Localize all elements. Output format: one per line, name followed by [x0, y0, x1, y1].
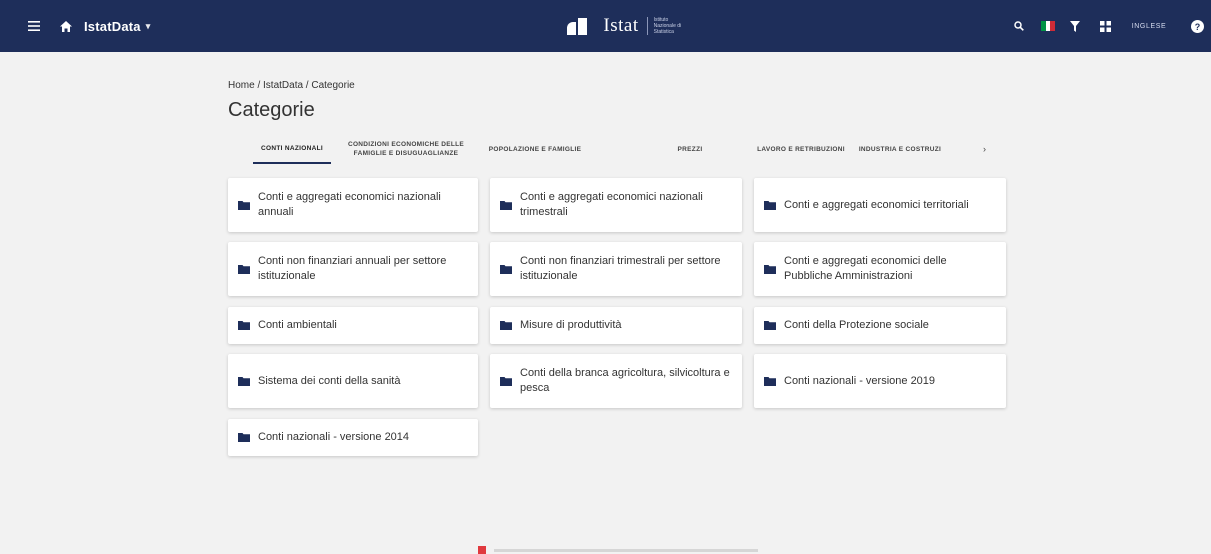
category-label: Conti e aggregati economici nazionali tr…: [520, 191, 703, 218]
chevron-down-icon: ▾: [145, 20, 151, 31]
category-label: Conti nazionali - versione 2014: [258, 431, 410, 443]
top-navigation-bar: IstatData ▾ Istat Istituto Nazionale di …: [0, 0, 1211, 52]
category-label: Conti ambientali: [258, 319, 337, 331]
category-card[interactable]: Conti ambientali: [228, 307, 478, 344]
category-label: Misure di produttività: [520, 319, 622, 331]
category-card[interactable]: Conti nazionali - versione 2019: [754, 354, 1006, 408]
italian-flag-icon[interactable]: [1038, 0, 1058, 52]
folder-icon: [238, 433, 250, 442]
folder-icon: [764, 264, 776, 274]
category-card[interactable]: Conti della branca agricoltura, silvicol…: [490, 354, 742, 408]
tab-prezzi[interactable]: PREZZI: [674, 134, 706, 164]
folder-icon: [500, 321, 512, 330]
category-tabs: CONTI NAZIONALI CONDIZIONI ECONOMICHE DE…: [228, 134, 1008, 166]
tab-conti-nazionali[interactable]: CONTI NAZIONALI: [253, 134, 331, 164]
banner-marker-icon: [478, 546, 486, 554]
category-label: Sistema dei conti della sanità: [258, 374, 401, 387]
category-card[interactable]: Conti nazionali - versione 2014: [228, 419, 478, 456]
category-label: Conti della branca agricoltura, silvicol…: [520, 367, 730, 394]
istat-logo[interactable]: Istat Istituto Nazionale di Statistica: [560, 0, 690, 52]
logo-wordmark: Istat: [603, 15, 639, 36]
category-label: Conti e aggregati economici delle Pubbli…: [784, 255, 947, 282]
category-label: Conti non finanziari annuali per settore…: [258, 255, 447, 282]
filter-icon[interactable]: [1066, 0, 1084, 52]
help-icon[interactable]: ?: [1186, 0, 1208, 52]
category-label: Conti e aggregati economici nazionali an…: [258, 191, 441, 218]
folder-icon: [764, 321, 776, 330]
logo-subtitle: Istituto Nazionale di Statistica: [646, 17, 683, 35]
home-icon[interactable]: [54, 0, 78, 52]
app-name-label: IstatData: [84, 18, 141, 34]
hamburger-menu-icon[interactable]: [22, 0, 46, 52]
folder-icon: [764, 200, 776, 210]
tab-industria-costruzioni[interactable]: INDUSTRIA E COSTRUZI: [850, 134, 950, 164]
folder-icon: [238, 321, 250, 330]
folder-icon: [238, 264, 250, 274]
page-title: Categorie: [228, 99, 315, 121]
apps-grid-icon[interactable]: [1094, 0, 1116, 52]
tabs-scroll-right-icon[interactable]: ›: [983, 134, 986, 164]
category-card[interactable]: Misure di produttività: [490, 307, 742, 344]
tab-condizioni-economiche[interactable]: CONDIZIONI ECONOMICHE DELLE FAMIGLIE E D…: [345, 134, 467, 164]
category-card[interactable]: Conti e aggregati economici territoriali: [754, 178, 1006, 232]
language-toggle[interactable]: INGLESE: [1128, 0, 1170, 52]
bottom-banner-edge: [478, 546, 758, 554]
folder-icon: [500, 376, 512, 386]
breadcrumb: Home / IstatData / Categorie: [228, 80, 355, 91]
folder-icon: [500, 200, 512, 210]
folder-icon: [500, 264, 512, 274]
folder-icon: [238, 200, 250, 210]
category-card[interactable]: Sistema dei conti della sanità: [228, 354, 478, 408]
category-card[interactable]: Conti della Protezione sociale: [754, 307, 1006, 344]
svg-text:?: ?: [1194, 22, 1200, 32]
category-label: Conti e aggregati economici territoriali: [784, 198, 969, 211]
category-label: Conti della Protezione sociale: [784, 319, 929, 331]
search-icon[interactable]: [1010, 0, 1028, 52]
category-card[interactable]: Conti e aggregati economici nazionali an…: [228, 178, 478, 232]
category-label: Conti nazionali - versione 2019: [784, 374, 936, 387]
banner-divider: [494, 548, 758, 552]
category-card[interactable]: Conti non finanziari trimestrali per set…: [490, 242, 742, 296]
category-card[interactable]: Conti non finanziari annuali per settore…: [228, 242, 478, 296]
category-label: Conti non finanziari trimestrali per set…: [520, 255, 721, 282]
tab-lavoro-retribuzioni[interactable]: LAVORO E RETRIBUZIONI: [755, 134, 847, 164]
folder-icon: [238, 376, 250, 386]
category-card[interactable]: Conti e aggregati economici delle Pubbli…: [754, 242, 1006, 296]
folder-icon: [764, 376, 776, 386]
istat-logo-mark-icon: [567, 17, 597, 35]
tab-popolazione-famiglie[interactable]: POPOLAZIONE E FAMIGLIE: [486, 134, 584, 164]
app-switcher[interactable]: IstatData ▾: [84, 0, 150, 52]
category-card[interactable]: Conti e aggregati economici nazionali tr…: [490, 178, 742, 232]
breadcrumb-text[interactable]: Home / IstatData / Categorie: [228, 80, 355, 91]
